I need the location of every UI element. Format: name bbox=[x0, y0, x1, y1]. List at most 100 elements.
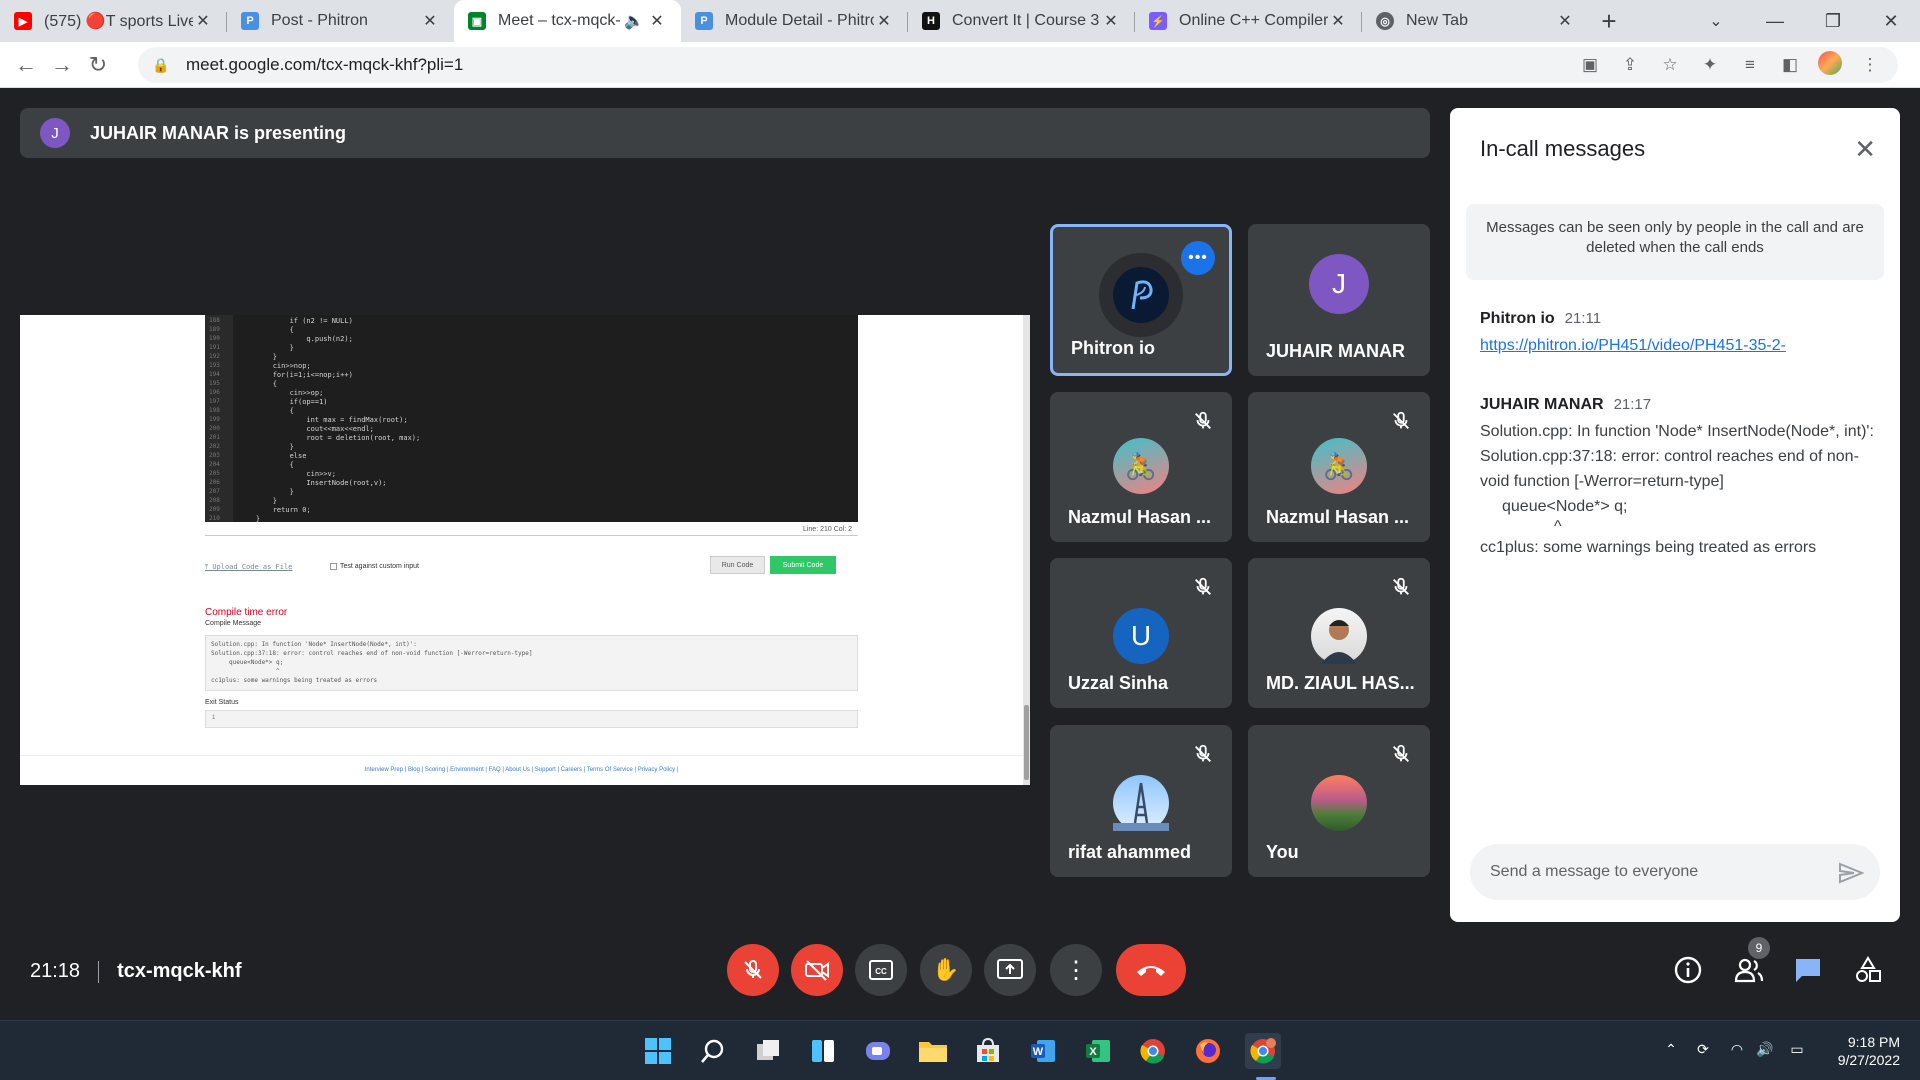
teams-chat-icon[interactable] bbox=[860, 1033, 896, 1069]
widgets-icon[interactable] bbox=[805, 1033, 841, 1069]
compile-message-box: Solution.cpp: In function 'Node* InsertN… bbox=[205, 635, 858, 691]
camera-off-button[interactable] bbox=[791, 944, 843, 996]
search-icon[interactable] bbox=[695, 1033, 731, 1069]
speaker-icon[interactable]: 🔈 bbox=[621, 11, 647, 31]
line-number: 207 bbox=[209, 488, 220, 495]
reload-icon[interactable]: ↻ bbox=[80, 47, 116, 83]
code-line: q.push(n2); bbox=[239, 335, 353, 343]
minimize-icon[interactable]: — bbox=[1746, 0, 1804, 42]
forward-arrow-icon[interactable]: → bbox=[44, 47, 80, 83]
url-omnibox[interactable]: 🔒 meet.google.com/tcx-mqck-khf?pli=1 ▣ ⇪… bbox=[138, 47, 1898, 83]
activities-button[interactable] bbox=[1852, 954, 1884, 986]
word-icon[interactable]: W bbox=[1025, 1033, 1061, 1069]
extensions-icon[interactable]: ✦ bbox=[1690, 55, 1730, 75]
task-view-icon[interactable] bbox=[750, 1033, 786, 1069]
participant-tile[interactable]: 🚴 Nazmul Hasan ... bbox=[1248, 392, 1430, 542]
volume-icon[interactable]: 🔊 bbox=[1754, 1041, 1776, 1061]
close-icon[interactable]: ✕ bbox=[1854, 134, 1876, 165]
microsoft-store-icon[interactable] bbox=[970, 1033, 1006, 1069]
message-time: 21:17 bbox=[1613, 396, 1652, 413]
system-clock[interactable]: 9:18 PM 9/27/2022 bbox=[1838, 1033, 1900, 1069]
line-number: 200 bbox=[209, 425, 220, 432]
code-line: cin>>nop; bbox=[239, 362, 311, 370]
participant-tile-self[interactable]: You bbox=[1248, 725, 1430, 877]
participant-avatar: J bbox=[1309, 254, 1369, 314]
footer-links[interactable]: Interview Prep | Blog | Scoring | Enviro… bbox=[20, 767, 1023, 773]
close-tab-icon[interactable]: ✕ bbox=[647, 11, 667, 31]
close-tab-icon[interactable]: ✕ bbox=[1328, 11, 1348, 31]
line-number: 195 bbox=[209, 380, 220, 387]
captions-button[interactable]: CC bbox=[855, 944, 907, 996]
camera-off-icon bbox=[805, 960, 829, 981]
close-tab-icon[interactable]: ✕ bbox=[193, 11, 213, 31]
browser-tab[interactable]: P Module Detail - Phitron ✕ bbox=[681, 0, 908, 42]
meeting-details-button[interactable] bbox=[1672, 954, 1704, 986]
profile-avatar[interactable] bbox=[1810, 50, 1850, 80]
browser-tab[interactable]: ▶ (575) 🔴T sports Live ✕ bbox=[0, 0, 227, 42]
run-code-button[interactable]: Run Code bbox=[710, 556, 765, 574]
tray-overflow-chevron-icon[interactable]: ⌃ bbox=[1660, 1041, 1682, 1061]
raise-hand-button[interactable]: ✋ bbox=[920, 944, 972, 996]
chat-icon bbox=[1796, 959, 1820, 982]
restore-icon[interactable]: ❐ bbox=[1804, 0, 1862, 42]
message-link[interactable]: https://phitron.io/PH451/video/PH451-35-… bbox=[1480, 337, 1786, 354]
browser-tab[interactable]: H Convert It | Course 3 | ✕ bbox=[908, 0, 1135, 42]
more-vert-icon: ⋮ bbox=[1064, 956, 1088, 984]
media-control-icon[interactable]: ≡ bbox=[1730, 55, 1770, 75]
participant-name: rifat ahammed bbox=[1068, 842, 1192, 862]
battery-icon[interactable]: ▭ bbox=[1786, 1041, 1808, 1061]
send-icon[interactable] bbox=[1838, 862, 1864, 884]
firefox-icon[interactable] bbox=[1190, 1033, 1226, 1069]
mic-off-button[interactable] bbox=[727, 944, 779, 996]
submit-code-button[interactable]: Submit Code bbox=[770, 556, 836, 574]
tab-title: Module Detail - Phitron bbox=[725, 12, 874, 29]
camera-blocked-icon[interactable]: ▣ bbox=[1570, 55, 1610, 75]
browser-tab-active[interactable]: ▣ Meet – tcx-mqck- 🔈 ✕ bbox=[454, 0, 681, 42]
close-window-icon[interactable]: ✕ bbox=[1862, 0, 1920, 42]
close-tab-icon[interactable]: ✕ bbox=[1101, 11, 1121, 31]
chrome-active-icon[interactable] bbox=[1245, 1033, 1281, 1069]
chat-button[interactable] bbox=[1792, 954, 1824, 986]
code-line: } bbox=[239, 497, 277, 505]
participant-tile[interactable]: J JUHAIR MANAR bbox=[1248, 224, 1430, 376]
more-options-button[interactable]: ⋮ bbox=[1050, 944, 1102, 996]
participant-name: MD. ZIAUL HAS... bbox=[1266, 673, 1415, 693]
message-input[interactable]: Send a message to everyone bbox=[1470, 844, 1880, 900]
bookmark-star-icon[interactable]: ☆ bbox=[1650, 55, 1690, 75]
new-tab-button[interactable]: + bbox=[1589, 0, 1629, 42]
excel-icon[interactable]: X bbox=[1080, 1033, 1116, 1069]
upload-code-link[interactable]: ⤒ Upload Code as File bbox=[205, 563, 292, 572]
back-arrow-icon[interactable]: ← bbox=[8, 47, 44, 83]
code-line: } bbox=[239, 344, 294, 352]
present-screen-button[interactable] bbox=[984, 944, 1036, 996]
browser-tab[interactable]: ◎ New Tab ✕ bbox=[1362, 0, 1589, 42]
wifi-icon[interactable]: ◠ bbox=[1726, 1041, 1748, 1061]
browser-tab[interactable]: P Post - Phitron ✕ bbox=[227, 0, 454, 42]
tab-search-chevron-icon[interactable]: ⌄ bbox=[1696, 0, 1736, 42]
close-tab-icon[interactable]: ✕ bbox=[874, 11, 894, 31]
share-icon[interactable]: ⇪ bbox=[1610, 55, 1650, 75]
participant-tile[interactable]: MD. ZIAUL HAS... bbox=[1248, 558, 1430, 708]
leave-call-button[interactable] bbox=[1116, 944, 1186, 996]
file-explorer-icon[interactable] bbox=[915, 1033, 951, 1069]
close-tab-icon[interactable]: ✕ bbox=[1555, 11, 1575, 31]
browser-tab[interactable]: ⚡ Online C++ Compiler ✕ bbox=[1135, 0, 1362, 42]
close-tab-icon[interactable]: ✕ bbox=[420, 11, 440, 31]
start-windows-icon[interactable] bbox=[640, 1033, 676, 1069]
chrome-icon[interactable] bbox=[1135, 1033, 1171, 1069]
custom-input-checkbox[interactable]: Test against custom input bbox=[330, 563, 419, 570]
tab-title: Convert It | Course 3 | bbox=[952, 12, 1101, 29]
menu-kebab-icon[interactable]: ⋮ bbox=[1850, 55, 1890, 75]
more-options-icon[interactable]: ••• bbox=[1181, 241, 1215, 275]
participant-tile[interactable]: 🚴 Nazmul Hasan ... bbox=[1050, 392, 1232, 542]
line-number: 205 bbox=[209, 470, 220, 477]
side-panel-icon[interactable]: ◧ bbox=[1770, 55, 1810, 75]
sync-icon[interactable]: ⟳ bbox=[1692, 1041, 1714, 1061]
message-line: queue<Node*> q; bbox=[1502, 498, 1628, 515]
participant-tile[interactable]: rifat ahammed bbox=[1050, 725, 1232, 877]
participant-tile-phitron[interactable]: ••• Phitron io bbox=[1050, 224, 1232, 376]
shared-screen: 188 if (n2 != NULL) 189 {190 q.push(n2); 1… bbox=[20, 315, 1030, 785]
line-number: 193 bbox=[209, 362, 220, 369]
participant-tile[interactable]: U Uzzal Sinha bbox=[1050, 558, 1232, 708]
line-number: 190 bbox=[209, 335, 220, 342]
